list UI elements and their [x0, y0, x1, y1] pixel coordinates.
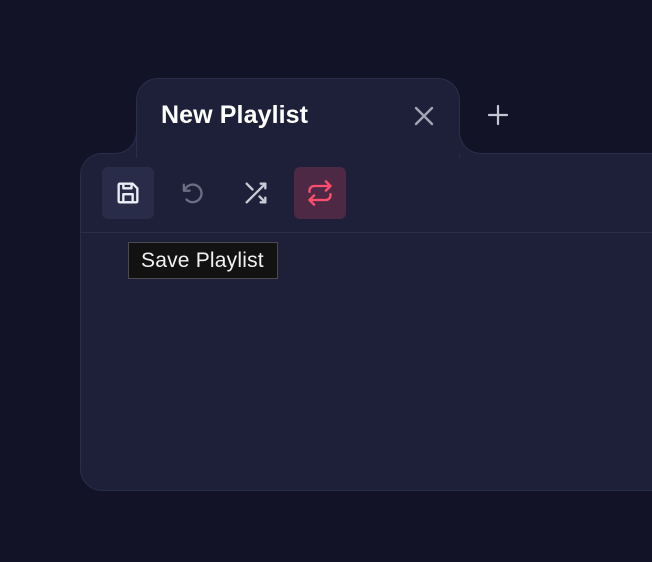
tab-corner-right	[459, 130, 483, 154]
repeat-button[interactable]	[294, 167, 346, 219]
plus-icon[interactable]	[484, 101, 512, 129]
save-tooltip: Save Playlist	[128, 242, 278, 279]
shuffle-button[interactable]	[230, 167, 282, 219]
tab-title: New Playlist	[161, 101, 309, 129]
close-icon[interactable]	[411, 103, 437, 129]
tab-new-playlist[interactable]: New Playlist	[136, 78, 460, 158]
playlist-app: New Playlist Save Playlist	[0, 0, 652, 562]
tab-seam	[137, 150, 459, 158]
playlist-panel	[80, 153, 652, 491]
shuffle-icon	[245, 182, 267, 204]
toolbar	[102, 167, 346, 219]
save-icon	[117, 182, 139, 204]
save-button[interactable]	[102, 167, 154, 219]
undo-button[interactable]	[166, 167, 218, 219]
toolbar-divider	[81, 232, 652, 233]
undo-icon	[182, 183, 203, 204]
tab-corner-left	[114, 130, 137, 154]
repeat-icon	[308, 180, 332, 206]
